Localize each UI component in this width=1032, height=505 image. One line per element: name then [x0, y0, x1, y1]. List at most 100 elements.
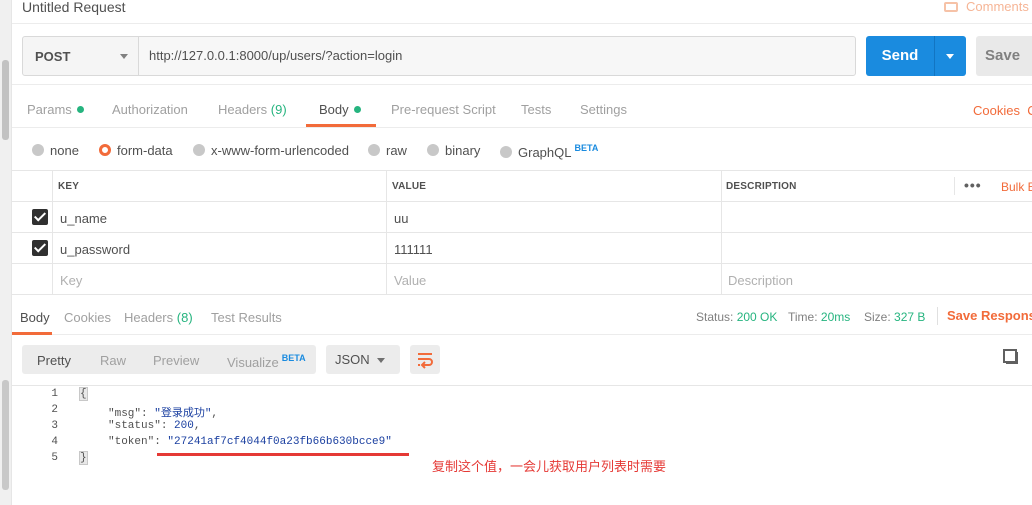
response-body-viewer[interactable]: 1 { 2 "msg": "登录成功", 3 "status": 200, 4 …	[12, 385, 1032, 505]
tab-authorization[interactable]: Authorization	[112, 102, 188, 117]
more-options-icon[interactable]: •••	[964, 177, 982, 193]
chevron-down-icon	[120, 54, 128, 59]
view-preview[interactable]: Preview	[153, 353, 199, 368]
time-label: Time:	[788, 310, 818, 324]
radio-none[interactable]: none	[32, 143, 79, 158]
request-title[interactable]: Untitled Request	[22, 0, 126, 15]
response-tab-headers[interactable]: Headers (8)	[124, 310, 193, 325]
left-scrollbar[interactable]	[0, 0, 12, 505]
save-response-button[interactable]: Save Response	[947, 308, 1032, 323]
code-link[interactable]: C	[1027, 103, 1032, 118]
tab-prerequest-script[interactable]: Pre-request Script	[391, 102, 496, 117]
key-cell[interactable]: u_password	[60, 242, 130, 257]
tab-settings[interactable]: Settings	[580, 102, 627, 117]
response-tab-test-results[interactable]: Test Results	[211, 310, 282, 325]
column-header-value: VALUE	[392, 181, 427, 192]
status-readout: Status: 200 OK	[696, 310, 777, 324]
cookies-label: Cookies	[973, 103, 1020, 118]
bulk-edit-link[interactable]: Bulk E	[1001, 180, 1032, 194]
json-key: "msg"	[108, 408, 142, 420]
row-checkbox[interactable]	[32, 209, 48, 225]
copy-icon[interactable]	[1003, 349, 1018, 364]
value-cell[interactable]: 111111	[394, 242, 433, 257]
radio-binary-label: binary	[445, 143, 481, 158]
request-panel: Untitled Request Comments POST http://12…	[12, 0, 1032, 505]
view-visualize[interactable]: Visualize BETA	[227, 353, 306, 370]
send-button[interactable]: Send	[866, 36, 966, 76]
scrollbar-thumb[interactable]	[2, 60, 9, 140]
line-number: 5	[51, 452, 58, 464]
radio-urlencoded[interactable]: x-www-form-urlencoded	[193, 143, 349, 158]
radio-graphql-label: GraphQL	[518, 145, 572, 160]
format-select[interactable]: JSON	[326, 345, 400, 374]
line-number: 2	[51, 404, 58, 416]
radio-none-circle	[32, 144, 44, 156]
time-value: 20ms	[820, 310, 851, 324]
key-placeholder[interactable]: Key	[60, 273, 82, 288]
tab-body[interactable]: Body	[319, 102, 361, 117]
body-indicator-dot	[353, 106, 361, 113]
view-raw[interactable]: Raw	[100, 353, 126, 368]
radio-graphql-circle	[500, 146, 512, 158]
token-underline-annotation	[157, 453, 409, 456]
header-separator	[954, 177, 955, 195]
radio-urlencoded-circle	[193, 144, 205, 156]
active-tab-underline	[306, 124, 376, 127]
send-label: Send	[881, 47, 919, 64]
json-value: 200	[174, 420, 194, 432]
request-tabs: Params Authorization Headers (9) Body Pr…	[12, 86, 1032, 128]
view-pretty[interactable]: Pretty	[37, 353, 71, 368]
radio-urlencoded-label: x-www-form-urlencoded	[211, 143, 349, 158]
json-value: "登录成功"	[154, 408, 212, 420]
key-cell[interactable]: u_name	[60, 211, 107, 226]
tab-params-label: Params	[27, 102, 72, 117]
row-checkbox[interactable]	[32, 240, 48, 256]
radio-form-data-circle	[99, 144, 111, 156]
table-header-row: KEY VALUE DESCRIPTION ••• Bulk E	[12, 171, 1032, 202]
scrollbar-thumb-lower[interactable]	[2, 380, 9, 490]
headers-count: (9)	[270, 102, 287, 117]
code-line: }	[79, 451, 88, 465]
response-tabs: Body Cookies Headers (8) Test Results St…	[12, 294, 1032, 335]
save-button[interactable]: Save	[976, 36, 1032, 76]
value-cell[interactable]: uu	[394, 211, 408, 226]
radio-raw-circle	[368, 144, 380, 156]
table-row: u_name uu	[12, 202, 1032, 233]
url-bar: POST http://127.0.0.1:8000/up/users/?act…	[12, 24, 1032, 85]
column-header-key: KEY	[58, 181, 80, 192]
wrap-lines-button[interactable]	[410, 345, 440, 374]
token-value[interactable]: "27241af7cf4044f0a23fb66b630bcce9"	[167, 436, 391, 448]
send-options-chevron-icon[interactable]	[946, 54, 954, 59]
radio-raw[interactable]: raw	[368, 143, 407, 158]
radio-form-data-label: form-data	[117, 143, 173, 158]
tab-headers-label: Headers	[218, 102, 268, 117]
tab-headers[interactable]: Headers (9)	[218, 102, 287, 117]
radio-binary[interactable]: binary	[427, 143, 480, 158]
method-value: POST	[35, 49, 71, 64]
save-label: Save	[985, 47, 1021, 64]
tab-params[interactable]: Params	[27, 102, 84, 117]
status-label: Status:	[696, 310, 734, 324]
cookies-link[interactable]: Cookies C	[973, 103, 1032, 118]
radio-binary-circle	[427, 144, 439, 156]
radio-form-data[interactable]: form-data	[99, 143, 173, 158]
json-key: "status"	[108, 420, 161, 432]
comments-button[interactable]: Comments	[944, 0, 1029, 14]
url-input[interactable]: http://127.0.0.1:8000/up/users/?action=l…	[138, 36, 856, 76]
code-line: "msg": "登录成功",	[108, 408, 219, 420]
method-select[interactable]: POST	[22, 36, 139, 76]
response-tab-cookies[interactable]: Cookies	[64, 310, 111, 325]
size-label: Size:	[864, 310, 891, 324]
line-number: 4	[51, 436, 58, 448]
code-line: "token": "27241af7cf4044f0a23fb66b630bcc…	[108, 436, 392, 448]
response-tab-body[interactable]: Body	[20, 310, 50, 325]
size-readout: Size: 327 B	[864, 310, 925, 324]
value-placeholder[interactable]: Value	[394, 273, 426, 288]
size-value: 327 B	[894, 310, 926, 324]
wrap-lines-icon	[418, 353, 433, 369]
radio-raw-label: raw	[386, 143, 407, 158]
form-data-table: KEY VALUE DESCRIPTION ••• Bulk E u_name …	[12, 170, 1032, 295]
radio-graphql[interactable]: GraphQL BETA	[500, 143, 598, 160]
description-placeholder[interactable]: Description	[728, 273, 793, 288]
tab-tests[interactable]: Tests	[521, 102, 551, 117]
